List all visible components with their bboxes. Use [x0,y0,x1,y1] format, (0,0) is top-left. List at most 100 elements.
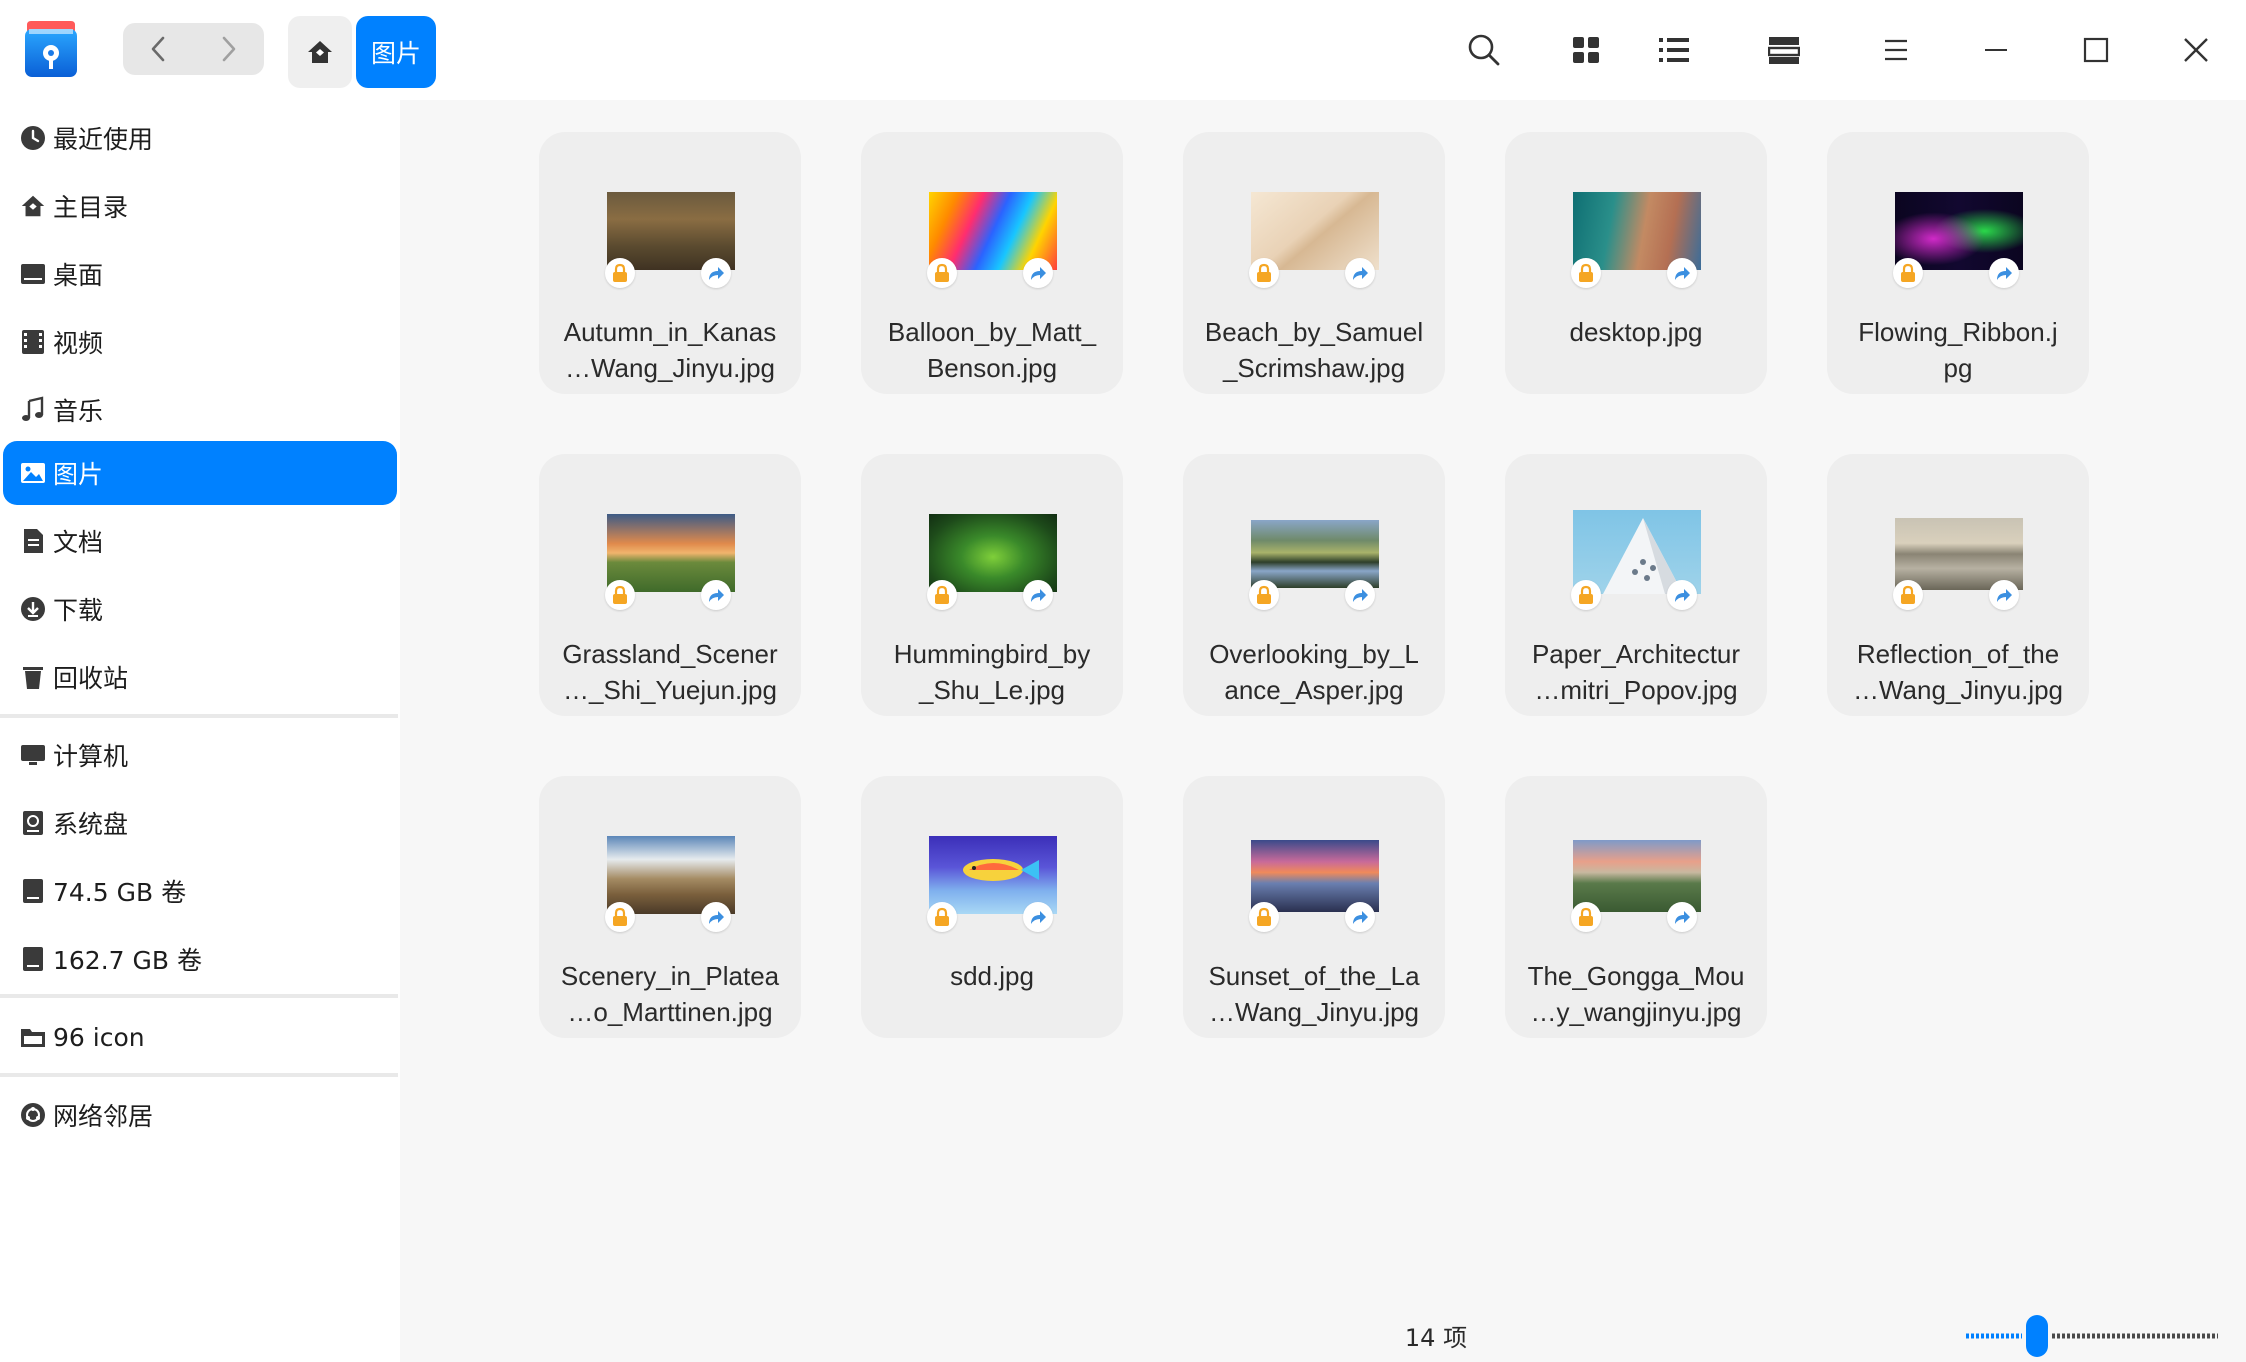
network-icon [17,1099,49,1131]
sidebar-item-home[interactable]: 主目录 [3,174,397,238]
lock-icon [1249,258,1279,288]
sidebar-item-96-icon[interactable]: 96 icon [3,1005,397,1069]
file-item[interactable]: Scenery_in_Platea …o_Marttinen.jpg [539,776,801,1038]
breadcrumb-current[interactable]: 图片 [356,16,436,88]
file-item[interactable]: Beach_by_Samuel _Scrimshaw.jpg [1183,132,1445,394]
sidebar-item-label: 最近使用 [53,125,154,154]
sidebar-item-documents[interactable]: 文档 [3,509,397,573]
sidebar-item-label: 162.7 GB 卷 [53,946,202,975]
sidebar-item-label: 计算机 [53,742,129,771]
clock-icon [17,122,49,154]
music-note-icon [17,394,49,426]
sidebar-divider [0,1073,398,1077]
back-button[interactable] [123,23,193,75]
link-arrow-icon [1023,580,1053,610]
sidebar-item-label: 文档 [53,528,104,557]
file-grid-view: Autumn_in_Kanas …Wang_Jinyu.jpg Balloon_b… [400,100,2246,1362]
forward-button[interactable] [194,23,264,75]
lock-icon [1249,902,1279,932]
sidebar-item-label: 回收站 [53,664,129,693]
drive-icon [17,875,49,907]
file-item[interactable]: Reflection_of_the …Wang_Jinyu.jpg [1827,454,2089,716]
image-icon [17,457,49,489]
file-item[interactable]: Paper_Architectur …mitri_Popov.jpg [1505,454,1767,716]
navigation-buttons [123,23,264,75]
split-view-button[interactable] [1754,20,1814,80]
lock-icon [1249,580,1279,610]
sidebar-item-label: 图片 [53,460,104,489]
sidebar-item-videos[interactable]: 视频 [3,310,397,374]
sidebar-item-label: 系统盘 [53,810,129,839]
sidebar-item-computer[interactable]: 计算机 [3,723,397,787]
trash-icon [17,661,49,693]
file-name: Balloon_by_Matt_ Benson.jpg [887,317,1097,383]
search-button[interactable] [1454,20,1514,80]
sidebar-item-volume-74[interactable]: 74.5 GB 卷 [3,859,397,923]
main-menu-button[interactable] [1866,20,1926,80]
file-item[interactable]: Autumn_in_Kanas …Wang_Jinyu.jpg [539,132,801,394]
item-count-label: 14 项 [1404,1324,1468,1352]
file-item[interactable]: Grassland_Scener …_Shi_Yuejun.jpg [539,454,801,716]
hamburger-menu-icon [1885,39,1907,61]
sidebar-divider [0,994,398,998]
sidebar-item-label: 视频 [53,329,104,358]
close-button[interactable] [2166,20,2226,80]
link-arrow-icon [1345,258,1375,288]
lock-icon [1571,902,1601,932]
chevron-right-icon [222,36,236,62]
lock-icon [927,258,957,288]
file-item[interactable]: Balloon_by_Matt_ Benson.jpg [861,132,1123,394]
link-arrow-icon [1989,258,2019,288]
title-bar: 图片 [0,0,2246,100]
file-name: Overlooking_by_L ance_Asper.jpg [1209,639,1419,705]
file-item[interactable]: The_Gongga_Mou …y_wangjinyu.jpg [1505,776,1767,1038]
home-icon [17,190,49,222]
minimize-icon [1985,49,2007,51]
link-arrow-icon [701,258,731,288]
home-icon [308,41,332,63]
file-item[interactable]: Overlooking_by_L ance_Asper.jpg [1183,454,1445,716]
link-arrow-icon [1667,580,1697,610]
file-name: Beach_by_Samuel _Scrimshaw.jpg [1204,317,1424,383]
link-arrow-icon [1667,258,1697,288]
sidebar-item-downloads[interactable]: 下载 [3,577,397,641]
sidebar-item-network[interactable]: 网络邻居 [3,1083,397,1147]
sidebar-item-trash[interactable]: 回收站 [3,645,397,709]
sidebar-item-recent[interactable]: 最近使用 [3,106,397,170]
file-name: sdd.jpg [950,961,1034,991]
file-item[interactable]: sdd.jpg [861,776,1123,1038]
file-item[interactable]: Hummingbird_by _Shu_Le.jpg [861,454,1123,716]
file-manager-logo-icon [21,17,81,79]
sidebar-item-music[interactable]: 音乐 [3,378,397,442]
file-name: Paper_Architectur …mitri_Popov.jpg [1531,639,1741,705]
file-item[interactable]: Sunset_of_the_La …Wang_Jinyu.jpg [1183,776,1445,1038]
link-arrow-icon [701,580,731,610]
file-manager-window: 图片 最近使用 主目录 桌面 视频 音乐 图片 文档 下载 回收站 计算机 系统… [0,0,2246,1362]
sidebar-item-label: 96 icon [53,1022,145,1052]
list-view-button[interactable] [1644,20,1704,80]
maximize-button[interactable] [2066,20,2126,80]
file-name: Grassland_Scener …_Shi_Yuejun.jpg [562,639,778,705]
minimize-button[interactable] [1966,20,2026,80]
sidebar-item-label: 桌面 [53,261,104,290]
list-view-icon [1659,38,1689,62]
search-icon [1468,34,1500,66]
breadcrumb-home[interactable] [288,16,352,88]
file-name: Scenery_in_Platea …o_Marttinen.jpg [560,961,780,1027]
film-icon [17,326,49,358]
drive-icon [17,943,49,975]
link-arrow-icon [1667,902,1697,932]
icon-size-slider[interactable] [1962,1313,2222,1359]
file-item[interactable]: Flowing_Ribbon.j pg [1827,132,2089,394]
grid-view-button[interactable] [1556,20,1616,80]
file-item[interactable]: desktop.jpg [1505,132,1767,394]
sidebar-item-volume-162[interactable]: 162.7 GB 卷 [3,927,397,991]
lock-icon [1571,258,1601,288]
sidebar-item-label: 主目录 [53,193,129,222]
sidebar-item-pictures[interactable]: 图片 [3,441,397,505]
slider-handle[interactable] [2026,1315,2048,1357]
folder-icon [17,1021,49,1053]
sidebar-item-label: 网络邻居 [53,1102,154,1131]
sidebar-item-desktop[interactable]: 桌面 [3,242,397,306]
sidebar-item-system-disk[interactable]: 系统盘 [3,791,397,855]
